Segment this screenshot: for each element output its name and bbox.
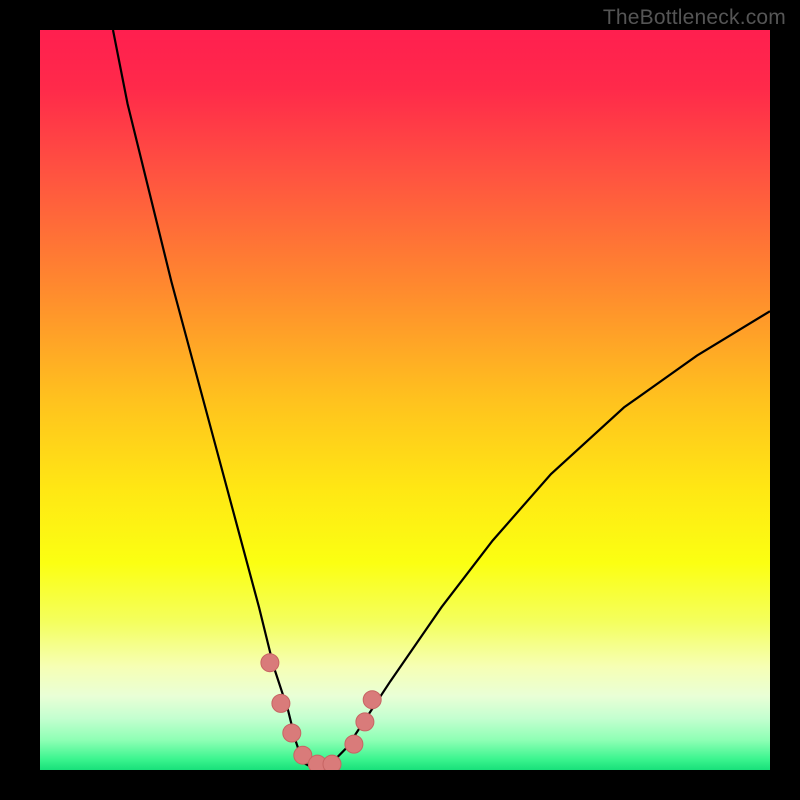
marker-dot [356,713,374,731]
plot-area [40,30,770,770]
marker-dot [272,694,290,712]
marker-dot [323,755,341,770]
marker-dot [283,724,301,742]
marker-dot [363,691,381,709]
marker-dot [345,735,363,753]
marker-dot [261,654,279,672]
watermark-label: TheBottleneck.com [603,6,786,30]
chart-svg [40,30,770,770]
chart-frame: TheBottleneck.com [0,0,800,800]
